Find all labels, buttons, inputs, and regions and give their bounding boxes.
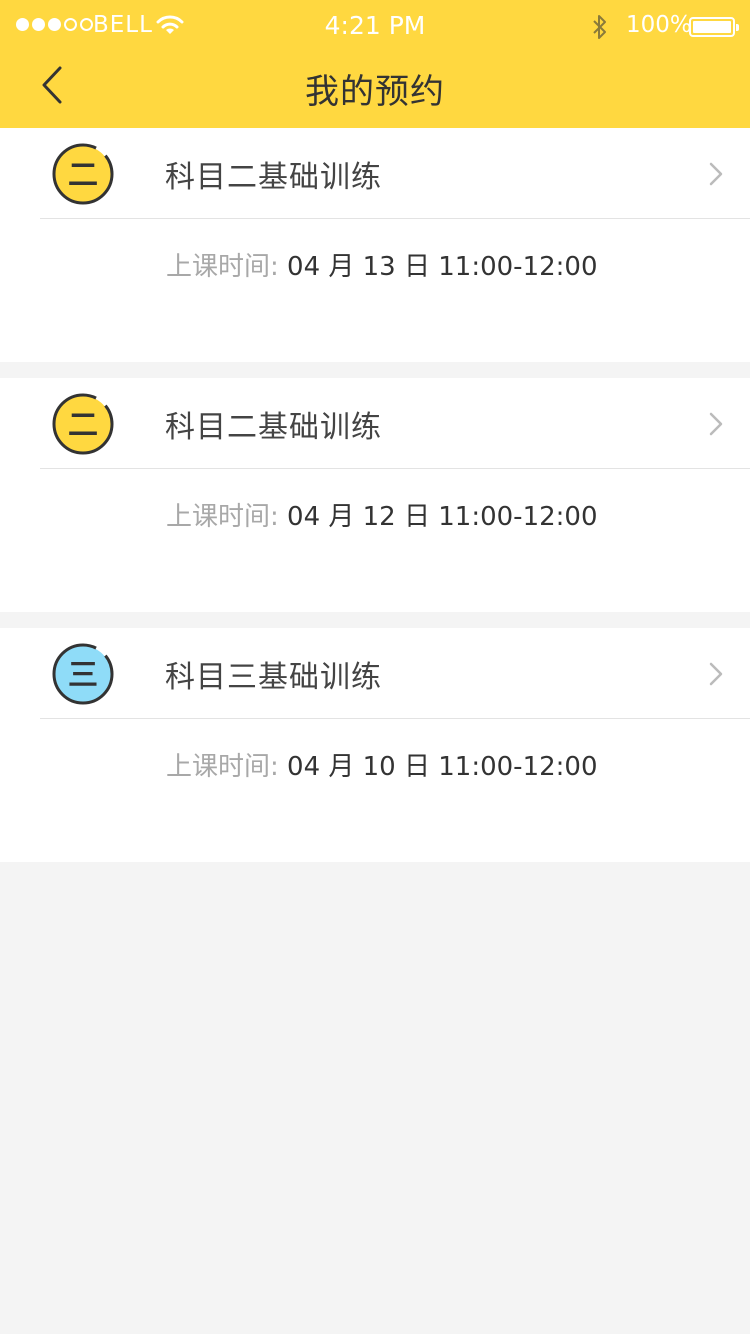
battery-percentage: 100% [626,12,692,38]
divider [40,218,750,219]
class-time: 上课时间: 04 月 10 日 11:00-12:00 [166,746,598,783]
class-time-value: 04 月 10 日 11:00-12:00 [287,752,598,782]
course-title: 科目二基础训练 [165,410,382,445]
course-title: 科目二基础训练 [165,160,382,195]
class-time: 上课时间: 04 月 13 日 11:00-12:00 [166,246,598,283]
chevron-right-icon [709,662,723,686]
course-title: 科目三基础训练 [165,660,382,695]
appointment-card: 二 科目二基础训练 上课时间: 04 月 12 日 11:00-12:00 [0,378,750,612]
divider [40,468,750,469]
subject-badge-icon: 二 [52,393,114,455]
page-title: 我的预约 [305,72,445,112]
appointment-row[interactable]: 二 科目二基础训练 [0,378,750,468]
battery-icon [689,17,739,37]
bluetooth-icon [590,13,610,47]
class-time-value: 04 月 12 日 11:00-12:00 [287,502,598,532]
appointment-card: 三 科目三基础训练 上课时间: 04 月 10 日 11:00-12:00 [0,628,750,862]
badge-char: 二 [68,158,98,193]
chevron-right-icon [709,412,723,436]
appointment-card: 二 科目二基础训练 上课时间: 04 月 13 日 11:00-12:00 [0,128,750,362]
class-time-label: 上课时间: [166,252,279,282]
status-bar: BELL 4:21 PM 100% [0,0,750,54]
class-time: 上课时间: 04 月 12 日 11:00-12:00 [166,496,598,533]
class-time-label: 上课时间: [166,502,279,532]
class-time-value: 04 月 13 日 11:00-12:00 [287,252,598,282]
badge-char: 三 [68,658,98,693]
appointment-row[interactable]: 二 科目二基础训练 [0,128,750,218]
header: BELL 4:21 PM 100% 我的预约 [0,0,750,128]
divider [40,718,750,719]
chevron-right-icon [709,162,723,186]
appointment-row[interactable]: 三 科目三基础训练 [0,628,750,718]
badge-char: 二 [68,408,98,443]
subject-badge-icon: 三 [52,643,114,705]
subject-badge-icon: 二 [52,143,114,205]
class-time-label: 上课时间: [166,752,279,782]
